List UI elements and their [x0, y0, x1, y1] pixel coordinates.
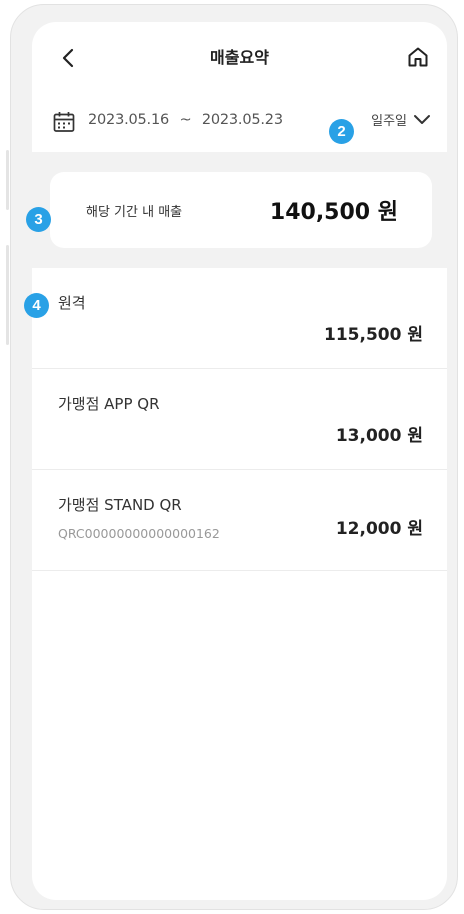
period-label: 일주일 — [371, 114, 407, 129]
end-date: 2023.05.23 — [201, 112, 283, 128]
date-range-row: 2023.05.16 ~ 2023.05.23 일주일 — [32, 106, 447, 138]
item-name: 가맹점 APP QR — [58, 395, 160, 413]
device-side-button — [6, 245, 9, 345]
home-button[interactable] — [403, 42, 433, 72]
item-amount: 13,000 원 — [335, 426, 423, 446]
chevron-down-icon — [414, 114, 430, 124]
summary-label: 해당 기간 내 매출 — [86, 205, 183, 220]
date-separator: ~ — [179, 112, 192, 128]
item-amount: 115,500 원 — [324, 325, 423, 345]
list-item[interactable]: 원격 115,500 원 — [32, 268, 447, 369]
device-side-button — [6, 150, 9, 210]
summary-total: 140,500 원 — [269, 200, 398, 225]
item-terminal-id: QRC00000000000000162 — [58, 526, 220, 541]
app-header: 매출요약 — [32, 22, 447, 92]
list-item[interactable]: 가맹점 STAND QR QRC00000000000000162 12,000… — [32, 470, 447, 571]
item-name: 원격 — [58, 294, 86, 312]
annotation-badge-3: 3 — [26, 207, 51, 232]
calendar-icon[interactable] — [52, 110, 76, 134]
item-name: 가맹점 STAND QR — [58, 496, 182, 514]
sales-list: 원격 115,500 원 가맹점 APP QR 13,000 원 가맹점 STA… — [32, 268, 447, 571]
app-screen: 매출요약 2023.05.16 ~ 2023.05.23 일주일 해당 기간 내… — [32, 22, 447, 900]
list-item[interactable]: 가맹점 APP QR 13,000 원 — [32, 369, 447, 470]
annotation-badge-2: 2 — [329, 119, 354, 144]
start-date: 2023.05.16 — [88, 112, 170, 128]
date-range-text[interactable]: 2023.05.16 ~ 2023.05.23 — [88, 112, 283, 128]
item-amount: 12,000 원 — [335, 519, 423, 539]
annotation-badge-4: 4 — [24, 293, 49, 318]
period-dropdown[interactable]: 일주일 — [371, 110, 431, 129]
home-icon — [408, 47, 428, 67]
page-title: 매출요약 — [210, 48, 269, 67]
summary-card: 해당 기간 내 매출 140,500 원 — [50, 172, 432, 248]
